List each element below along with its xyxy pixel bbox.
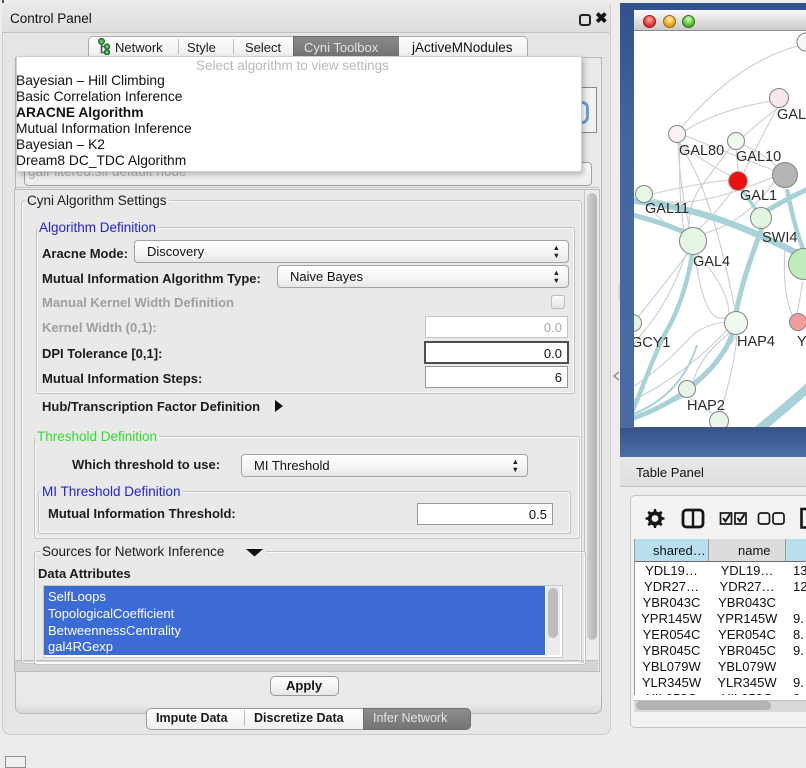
svg-text:GAL4: GAL4 — [693, 254, 730, 270]
svg-text:GAL10: GAL10 — [736, 149, 781, 165]
svg-text:GAL11: GAL11 — [645, 201, 689, 217]
svg-text:HAP4: HAP4 — [737, 334, 775, 350]
svg-text:Y: Y — [797, 334, 806, 350]
svg-text:SWI4: SWI4 — [762, 230, 797, 246]
svg-text:GAL7: GAL7 — [777, 107, 806, 123]
svg-text:HAP2: HAP2 — [687, 398, 725, 414]
svg-text:GAL80: GAL80 — [679, 143, 724, 159]
svg-text:GCY1: GCY1 — [634, 335, 671, 351]
svg-text:GAL1: GAL1 — [740, 188, 777, 204]
